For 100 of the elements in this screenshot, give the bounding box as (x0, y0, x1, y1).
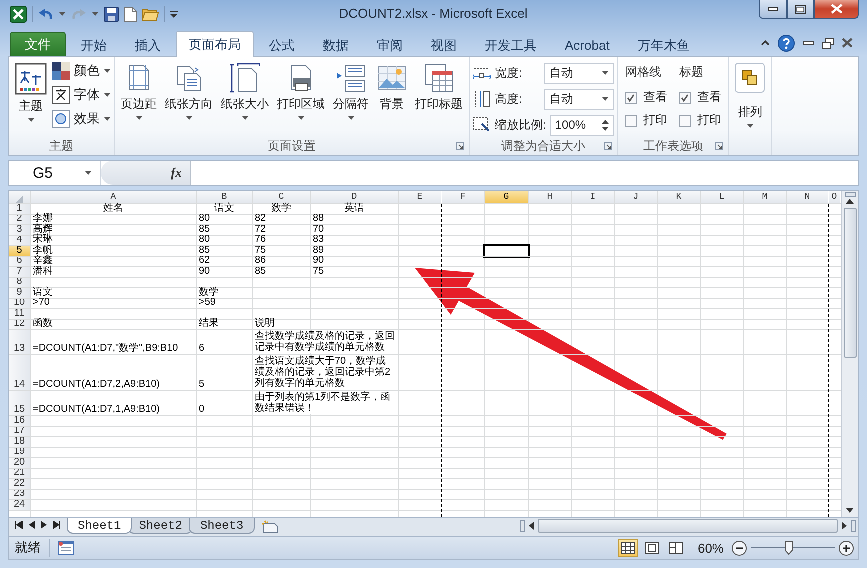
ribbon-button[interactable]: 效果 (52, 110, 111, 128)
macro-record-icon[interactable] (58, 541, 74, 555)
selected-cell-outline[interactable] (485, 246, 528, 256)
first-sheet-icon[interactable] (15, 521, 23, 529)
minimize-button[interactable] (759, 0, 787, 19)
maximize-button[interactable] (787, 0, 814, 19)
ribbon-tab[interactable]: 数据 (310, 33, 362, 57)
column-header[interactable]: L (701, 191, 743, 203)
ribbon-button[interactable]: 排列 (732, 60, 768, 137)
ribbon-button[interactable]: 颜色 (52, 62, 111, 80)
caret-icon[interactable] (92, 12, 99, 16)
checkbox[interactable] (625, 92, 638, 104)
column-header[interactable]: B (197, 191, 252, 203)
split-handle-icon[interactable] (844, 192, 856, 197)
row-number[interactable]: 13 (9, 330, 30, 354)
ribbon-button[interactable]: 打印标题 (412, 60, 466, 137)
sheet-tab[interactable]: Sheet1 (67, 518, 132, 534)
ribbon-tab[interactable]: 插入 (122, 33, 174, 57)
column-header[interactable]: G (485, 191, 528, 203)
checkbox[interactable] (625, 114, 638, 126)
checkbox-label[interactable]: 打印 (643, 112, 668, 129)
ribbon-button[interactable]: 打印区域 (274, 60, 328, 137)
column-header[interactable]: M (744, 191, 786, 203)
column-header[interactable]: H (529, 191, 571, 203)
spin-up-icon[interactable] (602, 120, 610, 124)
column-header[interactable]: I (572, 191, 614, 203)
insert-sheet-icon[interactable] (260, 520, 279, 533)
column-header[interactable]: K (658, 191, 700, 203)
spinner-field[interactable]: 100% (550, 114, 614, 136)
restore-icon[interactable] (822, 38, 834, 48)
zoom-in-icon[interactable] (839, 540, 854, 556)
help-icon[interactable] (778, 34, 795, 52)
sheet-tab[interactable]: Sheet2 (128, 518, 194, 534)
checkbox-label[interactable]: 打印 (697, 112, 722, 129)
ribbon-tab[interactable]: 万年木鱼 (624, 33, 703, 57)
layers-icon[interactable] (735, 63, 766, 93)
view-button[interactable] (618, 539, 638, 557)
zoom-level[interactable]: 60% (698, 540, 724, 556)
column-header[interactable]: O (829, 191, 840, 203)
undo-icon[interactable] (38, 7, 54, 21)
folder-icon[interactable] (142, 7, 159, 21)
column-header[interactable]: C (253, 191, 310, 203)
previous-sheet-icon[interactable] (29, 521, 35, 529)
scroll-down-icon[interactable] (846, 508, 854, 513)
file-tab[interactable]: 文件 (10, 32, 66, 57)
row-number[interactable]: 15 (9, 391, 30, 415)
ribbon-button[interactable]: 纸张方向 (162, 60, 216, 137)
ribbon-tab[interactable]: 开始 (68, 33, 120, 57)
scroll-right-icon[interactable] (842, 522, 847, 530)
ribbon-button[interactable]: 字体 (52, 86, 111, 104)
zoom-out-icon[interactable] (732, 540, 747, 556)
ribbon-button[interactable]: 页边距 (118, 60, 160, 137)
close-icon[interactable] (842, 38, 853, 48)
minimize-icon[interactable] (803, 41, 814, 45)
next-sheet-icon[interactable] (41, 521, 47, 529)
ribbon-tab[interactable]: 审阅 (364, 33, 416, 57)
row-number[interactable]: 14 (9, 355, 30, 390)
ribbon-tab[interactable]: 开发工具 (472, 33, 550, 57)
close-button[interactable] (814, 0, 859, 19)
dropdown-field[interactable]: 自动 (544, 88, 614, 110)
column-header[interactable]: E (399, 191, 441, 203)
checkbox-label[interactable]: 查看 (697, 89, 722, 106)
dropdown-field[interactable]: 自动 (544, 62, 614, 84)
save-icon[interactable] (104, 6, 119, 22)
ribbon-button[interactable]: 主题 (12, 60, 50, 137)
collapse-ribbon-icon[interactable] (761, 40, 770, 46)
sheet-tab[interactable]: Sheet3 (189, 518, 255, 534)
column-header[interactable]: J (615, 191, 657, 203)
split-handle-icon[interactable] (851, 520, 856, 532)
field-label: 宽度: (495, 64, 522, 82)
dialog-launcher-icon[interactable] (604, 142, 612, 150)
scrollbar-thumb[interactable] (844, 208, 856, 358)
checkbox-label[interactable]: 查看 (643, 89, 668, 106)
spreadsheet-logo-icon[interactable] (10, 6, 27, 22)
checkbox[interactable] (679, 114, 692, 126)
ribbon-button[interactable]: 分隔符 (330, 60, 372, 137)
zoom-slider[interactable] (751, 541, 835, 555)
last-sheet-icon[interactable] (53, 521, 61, 529)
ribbon-tab[interactable]: 公式 (256, 33, 308, 57)
dialog-launcher-icon[interactable] (456, 142, 464, 150)
column-header[interactable]: F (442, 191, 484, 203)
column-header[interactable]: N (787, 191, 828, 203)
ribbon-button[interactable]: 背景 (374, 60, 410, 137)
new-document-icon[interactable] (124, 6, 137, 22)
ribbon-button[interactable]: 纸张大小 (218, 60, 272, 137)
scroll-left-icon[interactable] (529, 522, 534, 530)
scroll-up-icon[interactable] (846, 199, 854, 204)
scrollbar-thumb[interactable] (538, 519, 838, 533)
ribbon-tab[interactable]: Acrobat (552, 33, 623, 57)
split-handle-icon[interactable] (520, 520, 525, 532)
dialog-launcher-icon[interactable] (715, 142, 724, 150)
column-header[interactable]: D (311, 191, 398, 203)
slider-thumb[interactable] (784, 541, 793, 555)
spin-down-icon[interactable] (602, 126, 610, 130)
ribbon-tab[interactable]: 视图 (418, 33, 470, 57)
checkbox[interactable] (679, 92, 692, 104)
ribbon-tab[interactable]: 页面布局 (176, 31, 254, 57)
customize-toolbar-icon[interactable] (170, 10, 178, 18)
caret-icon[interactable] (59, 12, 66, 16)
column-header[interactable]: A (31, 191, 196, 203)
